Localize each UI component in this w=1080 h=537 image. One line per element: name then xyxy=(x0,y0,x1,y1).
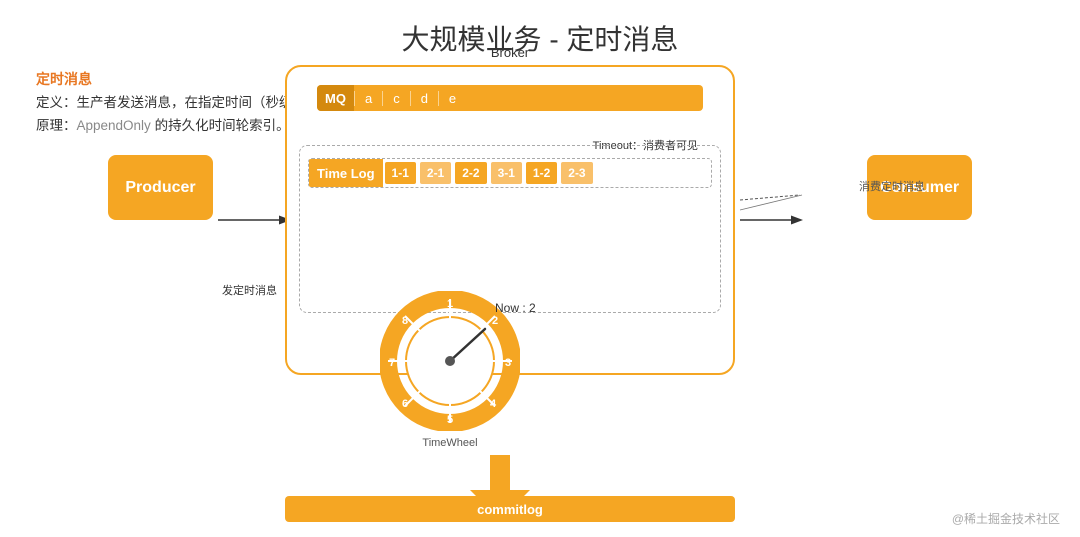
mq-bar: MQ a c d e xyxy=(317,85,703,111)
producer-label: Producer xyxy=(125,179,195,197)
svg-text:3: 3 xyxy=(505,357,511,369)
broker-label: Broker xyxy=(491,45,529,60)
page-title: 大规模业务 - 定时消息 xyxy=(0,0,1080,68)
svg-text:6: 6 xyxy=(402,398,408,410)
svg-text:2: 2 xyxy=(492,315,498,327)
page: 大规模业务 - 定时消息 定时消息 定义：生产者发送消息，在指定时间（秒级）后对… xyxy=(0,0,1080,537)
svg-text:4: 4 xyxy=(490,398,497,410)
timelog-cell-2: 2-1 xyxy=(420,162,451,184)
section-heading: 定时消息 xyxy=(36,71,92,87)
mq-cell-c: c xyxy=(382,91,410,106)
timelog-cell-4: 3-1 xyxy=(491,162,522,184)
svg-text:8: 8 xyxy=(402,315,408,327)
svg-text:5: 5 xyxy=(447,414,453,426)
producer-arrow-label: 发定时消息 xyxy=(222,282,277,298)
mq-cell-a: a xyxy=(354,91,382,106)
commitlog-label: commitlog xyxy=(477,502,543,517)
dashed-region: Time Log 1-1 2-1 2-2 3-1 1-2 2-3 xyxy=(299,145,721,313)
svg-text:7: 7 xyxy=(389,357,395,369)
timelog-cell-6: 2-3 xyxy=(561,162,592,184)
consumer-arrow-label: 消费定时消息 xyxy=(859,178,925,194)
watermark: @稀土掘金技术社区 xyxy=(952,510,1060,527)
svg-text:1: 1 xyxy=(447,298,453,310)
timelog-area: Time Log 1-1 2-1 2-2 3-1 1-2 2-3 xyxy=(308,158,712,188)
producer-box: Producer xyxy=(108,155,213,220)
timelog-cell-3: 2-2 xyxy=(455,162,486,184)
timelog-cell-5: 1-2 xyxy=(526,162,557,184)
broker-container: Broker MQ a c d e Timeout：消费者可见 Time Log… xyxy=(285,65,735,375)
mq-cell-e: e xyxy=(438,91,466,106)
timelog-cell-1: 1-1 xyxy=(385,162,416,184)
timewheel-label: TimeWheel xyxy=(422,437,477,449)
mq-cell-d: d xyxy=(410,91,438,106)
timelog-label: Time Log xyxy=(309,159,383,187)
mq-label: MQ xyxy=(317,85,354,111)
commitlog-bar: commitlog xyxy=(285,496,735,522)
now-label: Now : 2 xyxy=(495,301,536,315)
